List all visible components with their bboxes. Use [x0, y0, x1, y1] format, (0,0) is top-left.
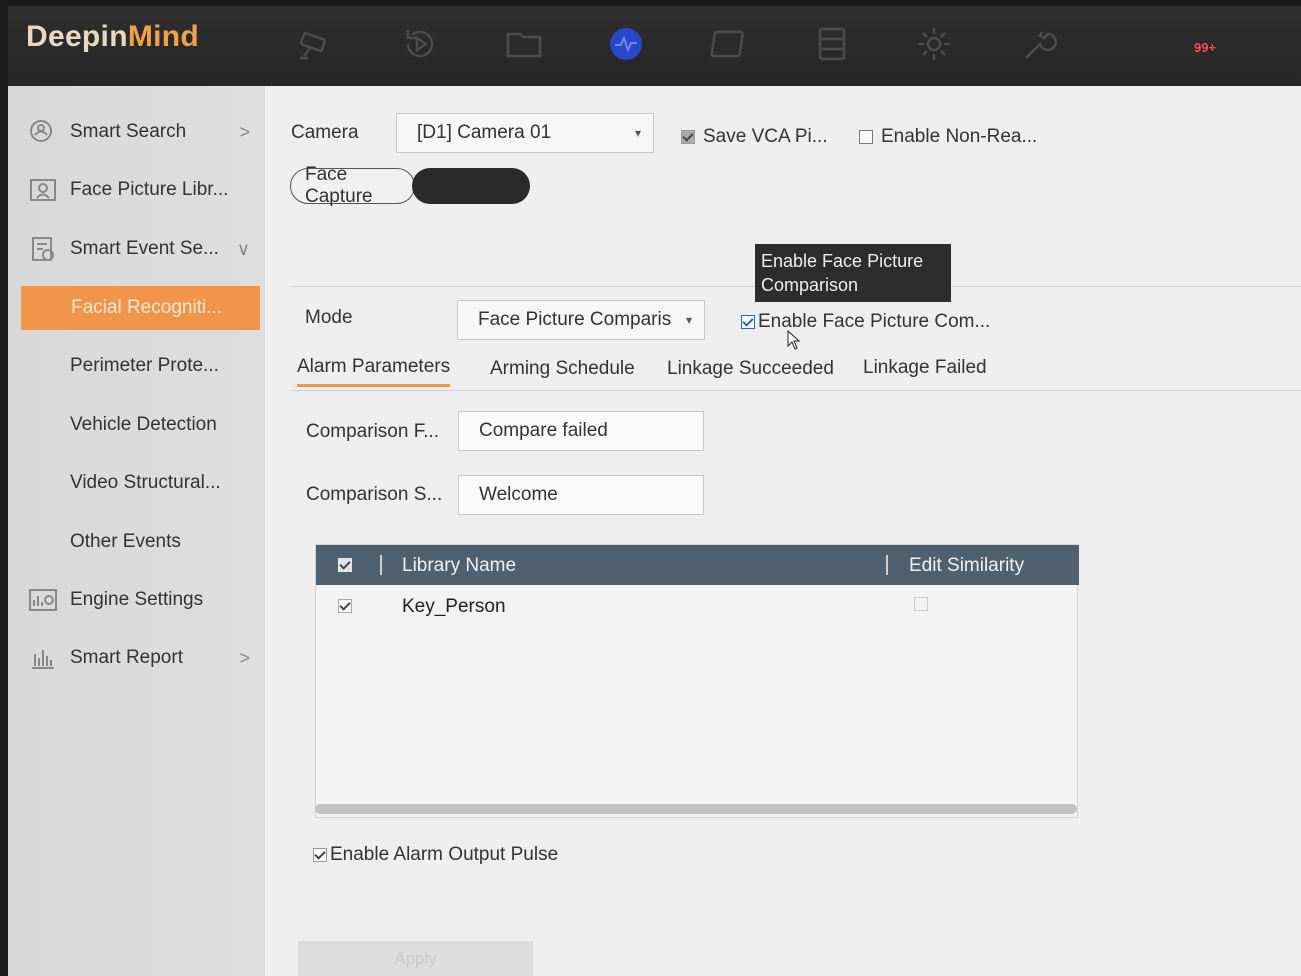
row-checkbox[interactable] [338, 599, 352, 613]
save-vca-option[interactable]: Save VCA Pi... [681, 126, 828, 148]
chevron-right-icon: > [239, 121, 250, 142]
select-all-checkbox[interactable] [338, 558, 352, 572]
enable-nonrealtime-label: Enable Non-Rea... [881, 126, 1038, 147]
engine-icon [26, 585, 60, 615]
comparison-success-value: Welcome [479, 484, 558, 505]
comparison-failed-input[interactable]: Compare failed [458, 411, 704, 451]
sidebar-item-other-events[interactable]: Other Events [20, 518, 260, 566]
mode-select[interactable]: Face Picture Comparis ▾ [457, 300, 705, 340]
tab-arming-schedule[interactable]: Arming Schedule [490, 358, 635, 380]
tooltip-line2: Comparison [761, 275, 859, 295]
enable-alarm-output-pulse-label: Enable Alarm Output Pulse [330, 844, 559, 865]
comparison-failed-value: Compare failed [479, 420, 608, 441]
row-library-name: Key_Person [402, 596, 506, 617]
sidebar-item-label: Other Events [70, 531, 181, 552]
mouse-cursor-icon [787, 330, 801, 350]
chevron-down-icon: ▾ [685, 313, 692, 327]
enable-alarm-output-pulse-option[interactable]: Enable Alarm Output Pulse [313, 844, 558, 866]
brand-logo: DeepinMind [26, 20, 200, 53]
sidebar-item-label: Engine Settings [70, 589, 204, 610]
sidebar-item-perimeter-protection[interactable]: Perimeter Prote... [20, 342, 260, 390]
sidebar-item-face-library[interactable]: Face Picture Libr... [20, 166, 260, 214]
enable-nonrealtime-checkbox[interactable] [859, 130, 873, 144]
playback-icon[interactable] [398, 24, 442, 68]
report-icon [26, 643, 60, 673]
enable-alarm-output-pulse-checkbox[interactable] [313, 848, 327, 862]
comparison-success-label: Comparison S... [306, 484, 443, 505]
enable-nonrealtime-option[interactable]: Enable Non-Rea... [859, 126, 1037, 148]
mode-label: Mode [305, 307, 353, 328]
sidebar-item-facial-recognition[interactable]: Facial Recogniti... [21, 286, 260, 330]
tab-linkage-failed[interactable]: Linkage Failed [863, 357, 987, 379]
sidebar-item-video-structural[interactable]: Video Structural... [20, 459, 260, 507]
face-capture-label: Face Capture [305, 164, 373, 207]
sidebar-item-label: Smart Report [70, 647, 183, 668]
enable-face-comparison-checkbox[interactable] [741, 315, 755, 329]
tooltip: Enable Face Picture Comparison [755, 244, 951, 302]
top-bar: DeepinMind 99+ [8, 6, 1301, 86]
sidebar-item-label: Perimeter Prote... [70, 355, 219, 376]
event-settings-icon [26, 234, 60, 264]
mode-select-value: Face Picture Comparis [478, 309, 672, 330]
face-library-icon [26, 175, 60, 205]
chevron-down-icon: ▾ [634, 126, 641, 140]
camera-select[interactable]: [D1] Camera 01 ▾ [396, 113, 654, 153]
storage-icon[interactable] [810, 24, 854, 68]
sidebar-item-smart-report[interactable]: Smart Report > [20, 634, 260, 682]
column-library-name[interactable]: Library Name [402, 555, 516, 577]
sidebar-item-smart-search[interactable]: Smart Search > [20, 108, 260, 156]
comparison-failed-label: Comparison F... [306, 421, 440, 442]
enable-face-comparison-option[interactable]: Enable Face Picture Com... [741, 311, 990, 333]
table-row[interactable]: Key_Person [316, 587, 1079, 627]
comparison-success-input[interactable]: Welcome [458, 475, 704, 515]
tab-face-picture-comparison[interactable] [412, 168, 530, 204]
table-scrollbar[interactable] [315, 804, 1077, 814]
alarm-badge[interactable]: 99+ [1194, 40, 1216, 55]
sidebar-item-vehicle-detection[interactable]: Vehicle Detection [20, 401, 260, 449]
chevron-right-icon: > [239, 647, 250, 668]
smart-icon[interactable] [604, 24, 648, 68]
chevron-down-icon: ∨ [236, 238, 250, 259]
sidebar-item-label: Facial Recogniti... [71, 297, 223, 318]
camera-select-value: [D1] Camera 01 [417, 122, 552, 143]
sidebar: Smart Search > Face Picture Libr... Smar… [8, 86, 265, 976]
tab-linkage-succeeded[interactable]: Linkage Succeeded [667, 358, 834, 380]
tab-face-capture[interactable]: Face Capture [290, 164, 415, 207]
tooltip-line1: Enable Face Picture [761, 251, 924, 271]
library-table: Library Name Edit Similarity Key_Person [315, 544, 1079, 818]
folder-icon[interactable] [502, 24, 546, 68]
edit-similarity-icon[interactable] [914, 597, 928, 611]
tab-alarm-parameters[interactable]: Alarm Parameters [297, 356, 451, 387]
screen: DeepinMind 99+ Smart Search > Face Pictu… [8, 6, 1301, 976]
sidebar-item-label: Face Picture Libr... [70, 179, 229, 200]
table-header: Library Name Edit Similarity [316, 545, 1079, 585]
sidebar-item-label: Video Structural... [70, 472, 221, 493]
wrench-icon[interactable] [1016, 24, 1060, 68]
sidebar-item-label: Vehicle Detection [70, 414, 217, 435]
column-separator [886, 555, 888, 575]
column-edit-similarity[interactable]: Edit Similarity [909, 555, 1024, 577]
gear-icon[interactable] [912, 24, 956, 68]
cloud-icon[interactable] [708, 24, 752, 68]
column-separator [380, 555, 382, 575]
search-icon [26, 117, 60, 147]
sidebar-item-label: Smart Event Se... [70, 238, 219, 259]
apply-button[interactable]: Apply [298, 941, 533, 976]
main-panel: Camera [D1] Camera 01 ▾ Save VCA Pi... E… [265, 86, 1301, 976]
sidebar-item-label: Smart Search [70, 121, 187, 142]
sidebar-item-smart-event-settings[interactable]: Smart Event Se... ∨ [20, 225, 260, 273]
save-vca-label: Save VCA Pi... [703, 126, 828, 147]
tabs-divider [291, 390, 1301, 391]
save-vca-checkbox[interactable] [681, 130, 695, 144]
camera-icon[interactable] [294, 24, 338, 68]
sidebar-item-engine-settings[interactable]: Engine Settings [20, 576, 260, 624]
camera-label: Camera [291, 122, 359, 143]
